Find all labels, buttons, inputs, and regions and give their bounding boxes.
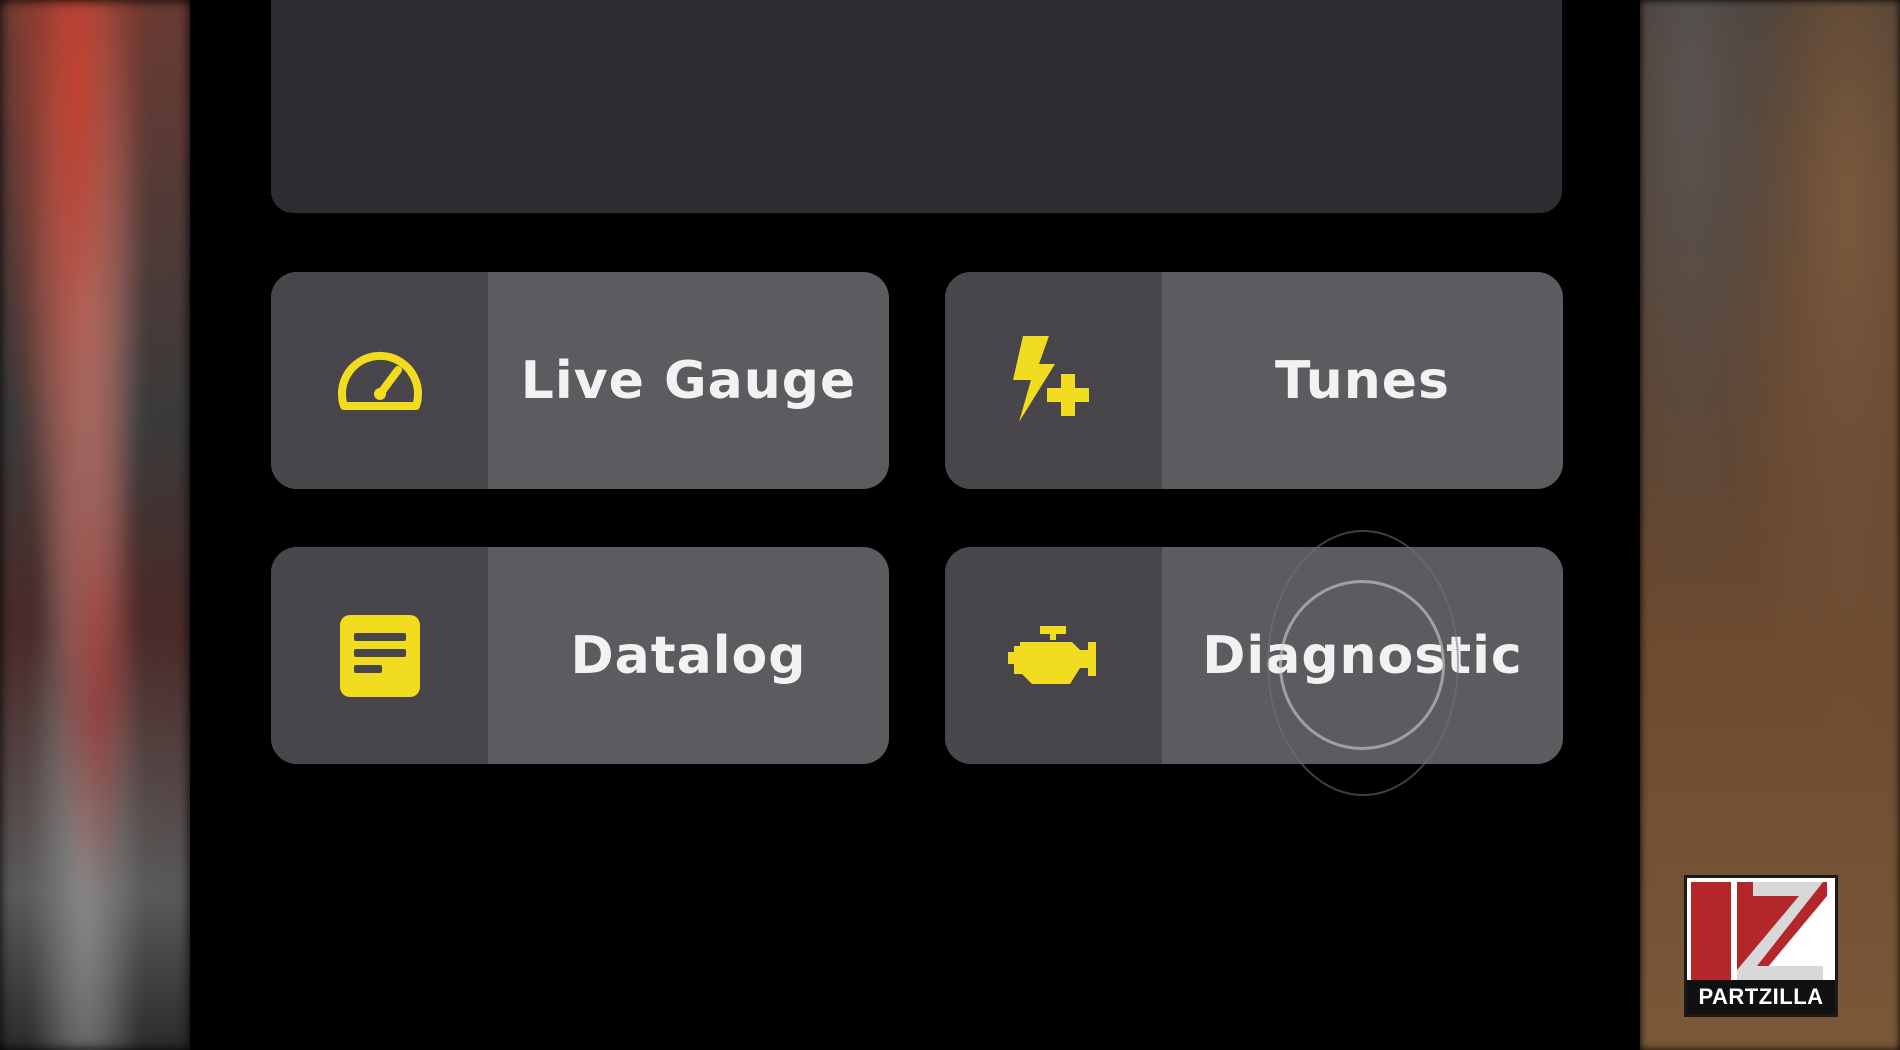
diagnostic-label: Diagnostic (1202, 625, 1523, 686)
datalog-label: Datalog (570, 625, 807, 686)
datalog-button[interactable]: Datalog (271, 547, 889, 764)
speedometer-icon (337, 351, 422, 410)
screen: Live Gauge Tunes Datalog Diagnostic PART… (0, 0, 1900, 1050)
blurred-background-left (0, 0, 190, 1050)
document-icon (339, 614, 420, 697)
diagnostic-label-cell: Diagnostic (1162, 547, 1563, 764)
lightning-plus-icon (1012, 335, 1089, 422)
phone-screen: Live Gauge Tunes Datalog Diagnostic (190, 0, 1640, 1050)
tunes-icon-cell (945, 272, 1162, 489)
partzilla-mark-icon (1691, 882, 1827, 980)
live-gauge-icon-cell (271, 272, 488, 489)
tunes-button[interactable]: Tunes (945, 272, 1563, 489)
datalog-icon-cell (271, 547, 488, 764)
tunes-label-cell: Tunes (1162, 272, 1563, 489)
info-panel (271, 0, 1562, 213)
live-gauge-button[interactable]: Live Gauge (271, 272, 889, 489)
diagnostic-button[interactable]: Diagnostic (945, 547, 1563, 764)
datalog-label-cell: Datalog (488, 547, 889, 764)
engine-icon (1007, 625, 1096, 684)
diagnostic-icon-cell (945, 547, 1162, 764)
partzilla-logo: PARTZILLA (1684, 875, 1838, 1017)
live-gauge-label-cell: Live Gauge (488, 272, 889, 489)
tunes-label: Tunes (1274, 350, 1450, 411)
live-gauge-label: Live Gauge (520, 350, 857, 411)
partzilla-wordmark: PARTZILLA (1687, 980, 1835, 1014)
